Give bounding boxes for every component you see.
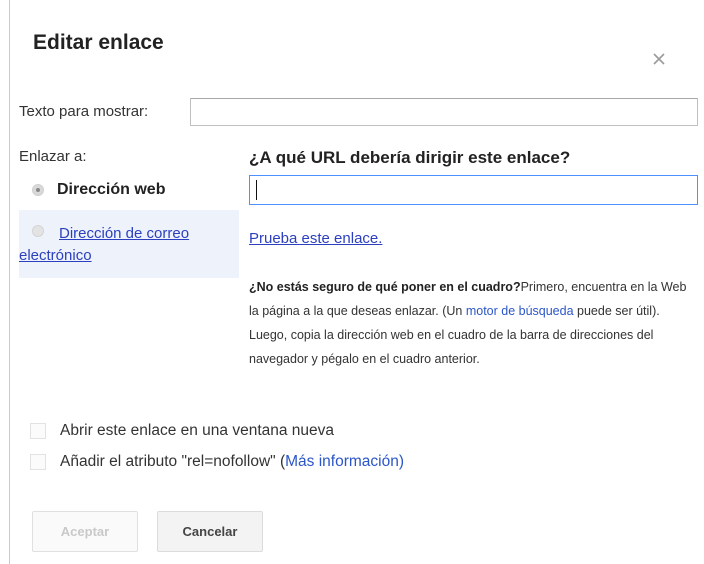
url-question: ¿A qué URL debería dirigir este enlace? <box>249 148 571 167</box>
display-text-input[interactable] <box>190 98 698 126</box>
link-type-web-option[interactable]: Dirección web <box>19 170 239 210</box>
display-text-label: Texto para mostrar: <box>19 103 149 120</box>
dialog-title: Editar enlace <box>33 31 164 54</box>
text-cursor <box>256 180 257 200</box>
nofollow-checkbox[interactable] <box>30 454 46 470</box>
accept-button[interactable]: Aceptar <box>32 511 138 552</box>
help-heading: ¿No estás seguro de qué poner en el cuad… <box>249 280 521 294</box>
dialog-left-border <box>9 0 10 564</box>
email-address-link[interactable]: Dirección de correo electrónico <box>19 223 234 267</box>
cancel-button[interactable]: Cancelar <box>157 511 263 552</box>
close-button[interactable] <box>647 47 671 71</box>
link-type-email-option[interactable]: Dirección de correo electrónico <box>19 220 239 272</box>
link-to-label: Enlazar a: <box>19 148 87 165</box>
test-link[interactable]: Prueba este enlace. <box>249 230 382 247</box>
more-info-link[interactable]: Más información <box>285 453 399 470</box>
web-address-label: Dirección web <box>57 181 166 198</box>
nofollow-label: Añadir el atributo "rel=nofollow" ( <box>60 453 286 470</box>
web-address-radio[interactable] <box>32 184 44 196</box>
nofollow-close-paren: ) <box>398 453 404 470</box>
help-text: ¿No estás seguro de qué poner en el cuad… <box>249 275 694 371</box>
new-window-label: Abrir este enlace en una ventana nueva <box>60 422 335 439</box>
new-window-checkbox[interactable] <box>30 423 46 439</box>
link-type-panel: Dirección web Dirección de correo electr… <box>19 170 239 278</box>
nofollow-label-wrap: Añadir el atributo "rel=nofollow" (Más i… <box>60 453 404 471</box>
search-engine-link[interactable]: motor de búsqueda <box>466 304 574 318</box>
url-input[interactable] <box>249 175 698 205</box>
close-icon <box>653 53 665 65</box>
